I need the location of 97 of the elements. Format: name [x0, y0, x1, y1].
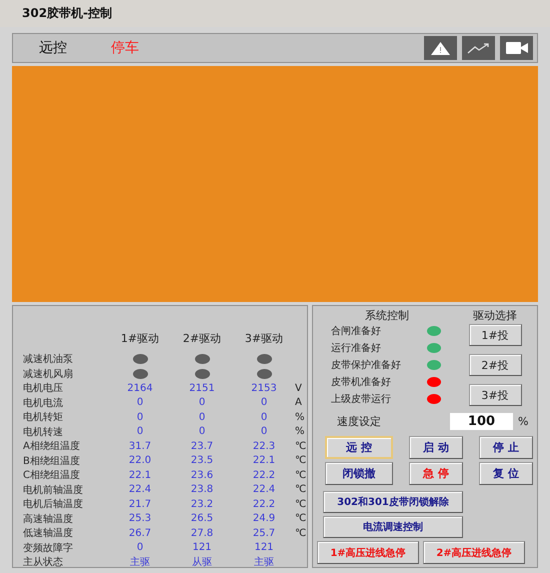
speed-input[interactable]: 100 — [450, 412, 513, 430]
value-text: 22.4 — [128, 484, 152, 496]
value-text: 23.8 — [190, 484, 214, 496]
unit-text: ℃ — [295, 528, 306, 539]
value-text: 22.4 — [252, 484, 276, 496]
row-label: 主从状态 — [23, 557, 63, 568]
section-title: 系统控制 — [364, 308, 410, 322]
row-label: 电机后轴温度 — [23, 499, 83, 510]
unit-text: ℃ — [295, 470, 306, 481]
value-text: 22.1 — [128, 470, 152, 481]
status-label: 合闸准备好 — [331, 324, 382, 338]
value-text: 从驱 — [192, 557, 212, 568]
row-label: B相绕组温度 — [23, 456, 80, 467]
row-label: 电机电压 — [23, 383, 63, 394]
column-header: 1#驱动 — [120, 332, 160, 344]
value-text: 0 — [260, 397, 268, 408]
row-label: A相绕组温度 — [23, 441, 80, 452]
value-text: 25.3 — [128, 513, 152, 524]
value-text: 23.6 — [190, 470, 214, 481]
value-text: 121 — [192, 542, 212, 554]
status-text: 停车 — [111, 39, 139, 57]
value-text: 22.2 — [252, 498, 276, 510]
value-text: 0 — [136, 542, 144, 554]
unit-text: ℃ — [295, 484, 306, 496]
drive-select-button[interactable]: 3#投 — [468, 384, 522, 406]
value-text: 21.7 — [128, 498, 152, 510]
value-text: 0 — [198, 426, 206, 438]
value-text: 24.9 — [252, 513, 276, 524]
status-label: 运行准备好 — [331, 342, 382, 354]
value-text: 0 — [260, 426, 268, 438]
value-text: 0 — [260, 412, 268, 423]
unit-text: ℃ — [295, 440, 306, 452]
value-text: 2153 — [251, 382, 277, 394]
value-text: 0 — [136, 412, 144, 423]
section-title: 驱动选择 — [473, 308, 517, 322]
row-label: C相绕组温度 — [23, 470, 80, 482]
row-label: 减速机油泵 — [23, 354, 73, 366]
unit-text: V — [295, 382, 302, 394]
value-text: 0 — [198, 412, 206, 423]
status-label: 皮带机准备好 — [331, 376, 392, 388]
value-text: 2151 — [189, 382, 215, 394]
control-button[interactable]: 闭锁撤 — [325, 462, 393, 485]
value-text: 121 — [254, 542, 274, 554]
value-text: 0 — [136, 397, 144, 408]
speed-label: 速度设定 — [336, 414, 382, 428]
control-button[interactable]: 302和301皮带闭锁解除 — [323, 491, 463, 513]
video-camera-icon — [506, 42, 528, 54]
drive-select-button[interactable]: 2#投 — [468, 354, 522, 376]
unit-text: A — [295, 397, 302, 408]
value-text: 25.7 — [252, 528, 276, 539]
unit-text: % — [295, 426, 305, 438]
value-text: 23.2 — [190, 498, 214, 510]
value-text: 22.0 — [128, 455, 152, 466]
camera-button[interactable] — [500, 36, 533, 60]
unit-text: ℃ — [295, 498, 306, 510]
row-label: 电机转矩 — [23, 412, 63, 424]
window-title: 302胶带机-控制 — [22, 5, 112, 22]
status-label: 皮带保护准备好 — [331, 358, 402, 372]
unit-text: ℃ — [295, 455, 306, 466]
trend-chart-icon — [466, 42, 490, 54]
row-label: 电机电流 — [23, 398, 63, 409]
value-text: 31.7 — [128, 440, 152, 452]
row-label: 减速机风扇 — [23, 368, 73, 380]
control-button[interactable]: 远 控 — [325, 436, 393, 459]
value-text: 22.3 — [252, 440, 276, 452]
row-label: 电机前轴温度 — [23, 484, 83, 496]
control-button[interactable]: 停 止 — [479, 436, 533, 459]
alarm-button[interactable] — [424, 36, 457, 60]
column-header: 2#驱动 — [182, 332, 222, 344]
value-text: 26.5 — [190, 513, 214, 524]
value-text: 0 — [198, 397, 206, 408]
status-label: 上级皮带运行 — [331, 392, 392, 406]
row-label: 变频故障字 — [23, 542, 73, 554]
value-text: 22.2 — [252, 470, 276, 481]
drive-select-button[interactable]: 1#投 — [468, 324, 522, 346]
value-text: 27.8 — [190, 528, 214, 539]
value-text: 22.1 — [252, 455, 276, 466]
unit-text: % — [295, 412, 305, 423]
control-button[interactable]: 复 位 — [479, 462, 533, 485]
row-label: 高速轴温度 — [23, 514, 73, 525]
row-label: 低速轴温度 — [23, 528, 73, 540]
unit-text: ℃ — [295, 513, 306, 524]
value-text: 主驱 — [254, 557, 274, 568]
value-text: 主驱 — [130, 557, 150, 568]
mode-text: 远控 — [39, 39, 68, 57]
value-text: 23.5 — [190, 455, 214, 466]
control-button[interactable]: 电流调速控制 — [323, 516, 463, 538]
row-label: 电机转速 — [23, 426, 63, 438]
control-button[interactable]: 启 动 — [409, 436, 463, 459]
trend-button[interactable] — [462, 36, 495, 60]
value-text: 26.7 — [128, 528, 152, 539]
warning-icon — [430, 40, 451, 56]
unit-text: % — [518, 414, 528, 428]
value-text: 23.7 — [190, 440, 214, 452]
column-header: 3#驱动 — [244, 332, 284, 344]
value-text: 0 — [136, 426, 144, 438]
value-text: 2164 — [127, 382, 153, 394]
